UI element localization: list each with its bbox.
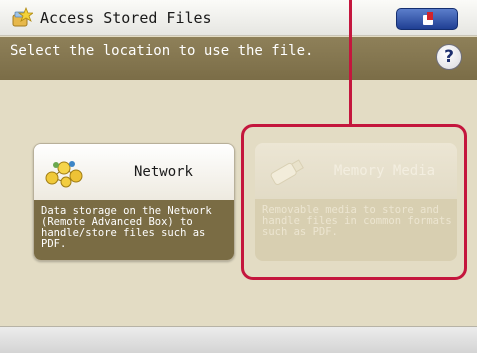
network-label: Network [133,164,193,180]
device-status-icon [423,12,433,25]
bottom-bar [0,326,477,353]
callout-line [349,0,352,126]
device-status-button[interactable] [396,8,458,30]
network-button[interactable]: Network Data storage on the Network (Rem… [33,143,235,261]
network-description: Data storage on the Network (Remote Adva… [41,205,212,250]
access-stored-files-screen: Access Stored Files Select the location … [0,0,477,353]
highlight-frame [241,124,467,280]
instruction-text: Select the location to use the file. [10,43,314,59]
folder-star-icon [12,7,33,27]
page-title: Access Stored Files [40,9,212,27]
help-button[interactable]: ? [436,44,462,70]
title-bar: Access Stored Files [0,0,477,36]
instruction-bar: Select the location to use the file. [0,37,477,80]
network-icon [45,161,83,188]
network-button-top: Network [34,144,234,200]
